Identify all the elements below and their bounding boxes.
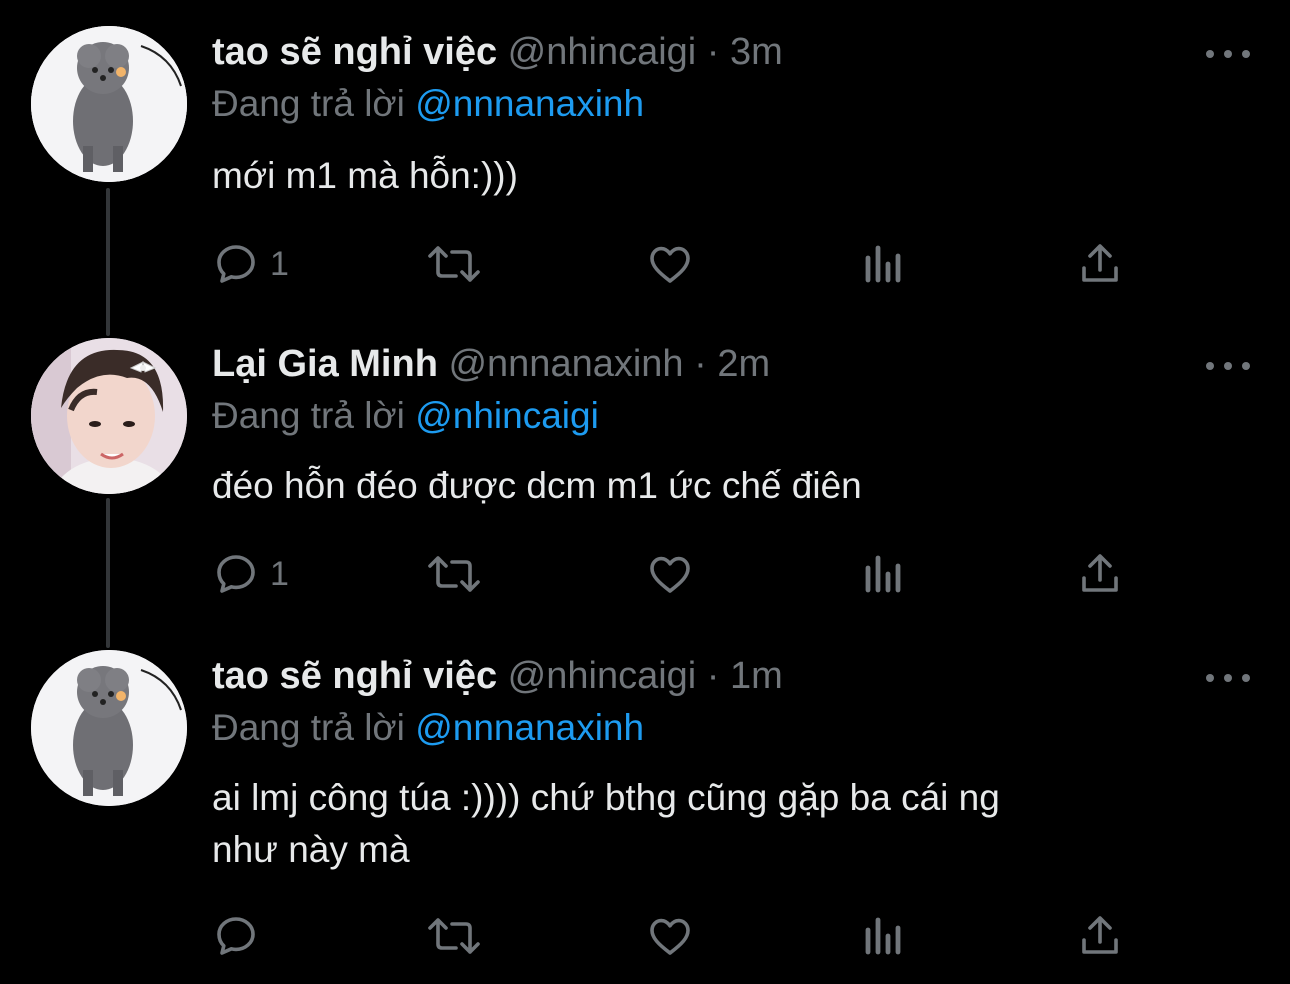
retweet-button[interactable] [426,546,482,602]
replying-to: Đang trả lời @nnnanaxinh [212,702,644,754]
views-icon [865,555,901,593]
views-button[interactable] [862,546,906,602]
user-handle[interactable]: @nhincaigi [508,31,697,73]
user-handle[interactable]: @nhincaigi [508,655,697,697]
share-button[interactable] [1076,236,1124,292]
action-bar: 1 [212,236,1132,292]
reply-icon [217,245,255,283]
avatar[interactable] [31,650,187,806]
share-icon [1082,554,1118,592]
more-icon [1206,362,1214,370]
share-icon [1082,244,1118,282]
mention-link[interactable]: @nhincaigi [415,395,599,436]
timestamp[interactable]: 1m [730,655,783,697]
reply-prefix: Đang trả lời [212,83,405,124]
reply-button[interactable]: 1 [212,236,289,292]
separator-dot: · [706,655,720,697]
more-button[interactable] [1206,356,1250,376]
retweet-icon [428,556,480,592]
reply-icon [217,555,255,593]
heart-icon [650,556,690,593]
tweet-text-line: ai lmj công túa :)))) chứ bthg cũng gặp … [212,777,1000,818]
timestamp[interactable]: 2m [717,343,770,385]
retweet-button[interactable] [426,908,482,964]
replying-to: Đang trả lời @nhincaigi [212,390,599,442]
views-button[interactable] [862,908,906,964]
user-handle[interactable]: @nnnanaxinh [448,343,683,385]
tweet-header: tao sẽ nghỉ việc @nhincaigi · 3m [212,26,783,78]
retweet-icon [428,246,480,282]
like-button[interactable] [645,908,695,964]
mention-link[interactable]: @nnnanaxinh [415,83,644,124]
tweet-header: tao sẽ nghỉ việc @nhincaigi · 1m [212,650,783,702]
tweet-text-line: như này mà [212,829,410,870]
views-icon [865,917,901,955]
share-icon [1082,916,1118,954]
display-name[interactable]: Lại Gia Minh [212,343,438,385]
tweet[interactable]: tao sẽ nghỉ việc @nhincaigi · 1m Đang tr… [0,650,1290,980]
tweet[interactable]: Lại Gia Minh @nnnanaxinh · 2m Đang trả l… [0,338,1290,638]
like-button[interactable] [645,546,695,602]
reply-count: 1 [270,244,289,283]
tweet-text: đéo hỗn đéo được dcm m1 ức chế điên [212,465,862,506]
tweet-text: mới m1 mà hỗn:))) [212,155,518,196]
retweet-button[interactable] [426,236,482,292]
views-icon [865,245,901,283]
tweet-text: ai lmj công túa :)))) chứ bthg cũng gặp … [212,772,1212,876]
mention-link[interactable]: @nnnanaxinh [415,707,644,748]
reply-button[interactable] [212,908,260,964]
tweet-header: Lại Gia Minh @nnnanaxinh · 2m [212,338,770,390]
avatar[interactable] [31,338,187,494]
timestamp[interactable]: 3m [730,31,783,73]
reply-prefix: Đang trả lời [212,395,405,436]
action-bar [212,908,1132,964]
avatar[interactable] [31,26,187,182]
reply-count: 1 [270,554,289,593]
action-bar: 1 [212,546,1132,602]
display-name[interactable]: tao sẽ nghỉ việc [212,655,497,697]
like-button[interactable] [645,236,695,292]
views-button[interactable] [862,236,906,292]
heart-icon [650,246,690,283]
share-button[interactable] [1076,546,1124,602]
reply-prefix: Đang trả lời [212,707,405,748]
display-name[interactable]: tao sẽ nghỉ việc [212,31,497,73]
retweet-icon [428,918,480,954]
more-button[interactable] [1206,668,1250,688]
tweet[interactable]: tao sẽ nghỉ việc @nhincaigi · 3m Đang tr… [0,26,1290,326]
reply-button[interactable]: 1 [212,546,289,602]
more-icon [1206,50,1214,58]
share-button[interactable] [1076,908,1124,964]
separator-dot: · [694,343,707,385]
reply-icon [217,917,255,955]
replying-to: Đang trả lời @nnnanaxinh [212,78,644,130]
separator-dot: · [706,31,720,73]
heart-icon [650,918,690,955]
more-icon [1206,674,1214,682]
more-button[interactable] [1206,44,1250,64]
